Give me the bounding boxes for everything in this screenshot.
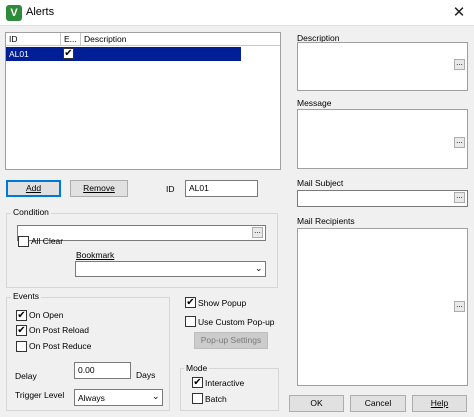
all-clear-label: All Clear — [31, 236, 64, 246]
interactive-label: Interactive — [205, 378, 245, 388]
trigger-level-select[interactable]: Always — [74, 389, 163, 406]
close-icon[interactable]: ✕ — [446, 2, 472, 24]
use-custom-popup-label: Use Custom Pop-up — [198, 317, 275, 327]
enabled-checkbox[interactable]: ✔ — [63, 48, 74, 59]
batch-label: Batch — [205, 394, 227, 404]
interactive-checkbox[interactable]: ✔ — [192, 377, 203, 388]
add-label: Add — [25, 183, 42, 193]
use-custom-popup-checkbox[interactable] — [185, 316, 196, 327]
popup-settings-button[interactable]: Pop-up Settings — [194, 332, 268, 349]
trigger-level-label: Trigger Level — [15, 390, 65, 400]
show-popup-checkbox[interactable]: ✔ — [185, 297, 196, 308]
batch-checkbox[interactable] — [192, 393, 203, 404]
remove-label: Remove — [83, 183, 115, 193]
description-ellipsis-button[interactable]: ... — [454, 59, 465, 70]
mail-subject-ellipsis-button[interactable]: ... — [454, 192, 465, 203]
show-popup-label: Show Popup — [198, 298, 247, 308]
bookmark-select[interactable] — [75, 261, 266, 277]
grid-header: ID E... Description — [6, 33, 280, 46]
id-field[interactable]: AL01 — [185, 180, 258, 197]
message-ellipsis-button[interactable]: ... — [454, 137, 465, 148]
delay-field[interactable]: 0.00 — [74, 362, 131, 379]
mode-group — [180, 368, 279, 411]
mail-recipients-field[interactable] — [297, 228, 468, 386]
chevron-down-icon[interactable]: ⌄ — [152, 391, 160, 402]
help-label: Help — [430, 398, 449, 408]
on-post-reduce-label: On Post Reduce — [29, 341, 92, 351]
description-field[interactable] — [297, 42, 468, 91]
add-button[interactable]: Add — [6, 180, 61, 197]
on-open-checkbox[interactable]: ✔ — [16, 310, 27, 321]
delay-label: Delay — [15, 371, 37, 381]
events-group-label: Events — [11, 291, 41, 301]
help-button[interactable]: Help — [412, 395, 467, 412]
table-row[interactable]: AL01 ✔ — [6, 47, 241, 61]
chevron-down-icon[interactable]: ⌄ — [255, 263, 263, 274]
mail-recipients-ellipsis-button[interactable]: ... — [454, 301, 465, 312]
delay-unit: Days — [136, 370, 156, 380]
remove-button[interactable]: Remove — [70, 180, 128, 197]
on-post-reload-label: On Post Reload — [29, 325, 90, 335]
window-title: Alerts — [26, 6, 55, 18]
column-header-id[interactable]: ID — [6, 33, 61, 46]
mode-group-label: Mode — [184, 363, 210, 373]
column-header-description[interactable]: Description — [81, 33, 280, 46]
bookmark-label: Bookmark — [76, 250, 114, 260]
all-clear-checkbox[interactable] — [18, 236, 29, 247]
bookmark-label-text: Bookmark — [76, 250, 115, 260]
mail-subject-field[interactable] — [297, 190, 468, 207]
on-post-reduce-checkbox[interactable] — [16, 341, 27, 352]
column-header-enabled[interactable]: E... — [61, 33, 81, 46]
mail-subject-label: Mail Subject — [297, 178, 344, 188]
on-open-label: On Open — [29, 310, 64, 320]
cell-id: AL01 — [9, 49, 29, 59]
condition-group-label: Condition — [11, 207, 51, 217]
app-logo-icon: V — [6, 5, 22, 21]
cancel-button[interactable]: Cancel — [350, 395, 406, 412]
mail-recipients-label: Mail Recipients — [297, 216, 355, 226]
on-post-reload-checkbox[interactable]: ✔ — [16, 325, 27, 336]
ok-button[interactable]: OK — [289, 395, 344, 412]
condition-ellipsis-button[interactable]: ... — [252, 227, 263, 238]
id-label: ID — [166, 184, 175, 194]
title-bar — [0, 0, 474, 26]
message-field[interactable] — [297, 109, 468, 169]
message-label: Message — [297, 98, 332, 108]
